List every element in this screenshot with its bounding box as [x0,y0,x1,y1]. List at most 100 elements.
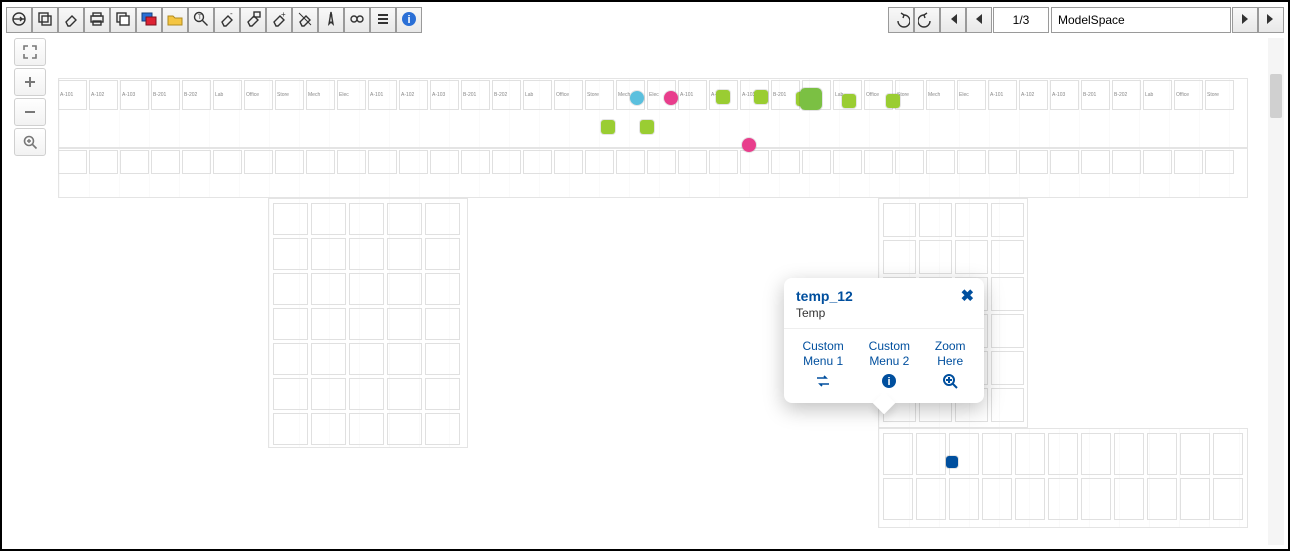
windows-button[interactable] [136,7,162,33]
sensor-marker-green[interactable] [601,120,615,134]
floorplan-room [916,433,946,475]
floorplan-canvas[interactable]: A-101A-102A-103B-201B-202LabOfficeStoreM… [58,38,1268,508]
floorplan-room [523,80,552,110]
floorplan-room [58,80,87,110]
floorplan-room [1213,478,1243,520]
floorplan-room [802,150,831,174]
floorplan-room [425,343,460,375]
floorplan-room [523,150,552,174]
floorplan-room [387,238,422,270]
eraser-clear-button[interactable] [292,7,318,33]
floorplan-room [461,80,490,110]
vertical-scrollbar[interactable] [1268,38,1284,545]
eraser-minus-button[interactable]: - [214,7,240,33]
floorplan-room [919,240,952,274]
floorplan-room [1174,80,1203,110]
sensor-popover: temp_12 Temp ✖ CustomMenu 1 CustomMenu 2… [784,278,984,403]
undo-button[interactable] [888,7,914,33]
last-page-button[interactable] [1258,7,1284,33]
floorplan-room [1081,80,1110,110]
undo-icon [892,10,910,31]
eraser-clear-icon [296,10,314,31]
sensor-marker-green[interactable] [716,90,730,104]
popover-action-custom1[interactable]: CustomMenu 1 [802,339,843,389]
floorplan-room [1112,150,1141,174]
scrollbar-thumb[interactable] [1270,74,1282,118]
eraser-plus-button[interactable]: + [266,7,292,33]
eraser-select-button[interactable] [240,7,266,33]
floorplan-room [1081,150,1110,174]
floorplan-room [244,150,273,174]
floorplan-room [120,150,149,174]
link-button[interactable] [344,7,370,33]
list-button[interactable] [370,7,396,33]
info-icon: i [881,373,897,389]
zoom-in-button[interactable] [14,68,46,96]
floorplan-room [991,351,1024,385]
floorplan-room [273,238,308,270]
floorplan-room [883,478,913,520]
page-indicator[interactable]: 1/3 [993,7,1049,33]
floorplan-room [492,80,521,110]
compass-button[interactable] [318,7,344,33]
redo-button[interactable] [914,7,940,33]
copy-button[interactable] [110,7,136,33]
eraser-minus-icon: - [218,10,236,31]
floorplan-room [492,150,521,174]
sensor-marker-green[interactable] [640,120,654,134]
zoom-window-button[interactable] [14,128,46,156]
floorplan-room [895,150,924,174]
text-search-button[interactable]: T [188,7,214,33]
first-page-icon [944,10,962,31]
floorplan-room [120,80,149,110]
sensor-marker-pink[interactable] [664,91,678,105]
floorplan-room [399,150,428,174]
sensor-marker-green[interactable] [754,90,768,104]
floorplan-room [399,80,428,110]
floorplan-room [1147,478,1177,520]
zoom-out-button[interactable] [14,98,46,126]
prev-page-button[interactable] [966,7,992,33]
sensor-marker-green[interactable] [886,94,900,108]
print-button[interactable] [84,7,110,33]
popover-action-custom2[interactable]: CustomMenu 2 i [869,339,910,389]
floorplan-room [955,203,988,237]
floorplan-room [349,413,384,445]
floorplan-room [1048,433,1078,475]
floorplan-room [1143,150,1172,174]
sensor-marker-pink[interactable] [742,138,756,152]
floorplan-room [387,308,422,340]
popover-action-zoom[interactable]: ZoomHere [935,339,966,389]
compass-icon [322,10,340,31]
floorplan-room [182,150,211,174]
sensor-marker-green-large[interactable] [800,88,822,110]
sensor-marker-green[interactable] [842,94,856,108]
toolbar-left: T- + i [6,6,422,34]
first-page-button[interactable] [940,7,966,33]
sensor-marker-selected[interactable] [946,456,958,468]
floorplan-room [709,150,738,174]
floorplan-room [926,80,955,110]
floorplan-room [337,80,366,110]
layers-button[interactable] [32,7,58,33]
floorplan-room [311,238,346,270]
floorplan-room [273,378,308,410]
popover-title: temp_12 [796,288,972,304]
info-button[interactable]: i [396,7,422,33]
eraser-button[interactable] [58,7,84,33]
close-icon[interactable]: ✖ [961,286,974,306]
floorplan-room [311,413,346,445]
floorplan-room [273,273,308,305]
zoom-extents-button[interactable] [14,38,46,66]
swap-icon [815,373,831,389]
floorplan-room [988,80,1017,110]
navigate-button[interactable] [6,7,32,33]
view-name-dropdown[interactable]: ModelSpace [1051,7,1231,33]
sensor-marker-cyan[interactable] [630,91,644,105]
floorplan-room [991,314,1024,348]
floorplan-room [349,378,384,410]
next-page-button[interactable] [1232,7,1258,33]
floorplan-room [957,150,986,174]
floorplan-room [430,150,459,174]
open-button[interactable] [162,7,188,33]
